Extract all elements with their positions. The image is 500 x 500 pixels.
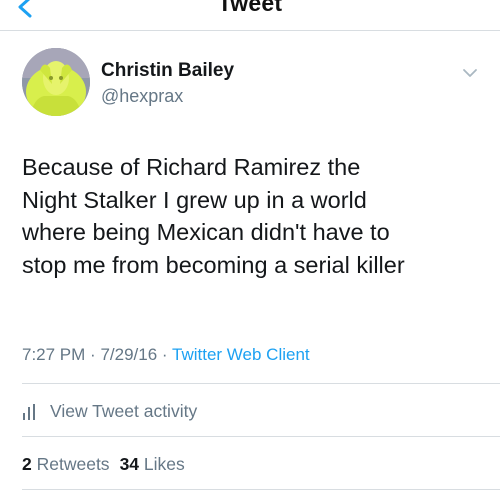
tweet-text-line: Night Stalker I grew up in a world <box>22 186 367 213</box>
tweet-text-line: stop me from becoming a serial killer <box>22 251 405 278</box>
likes-count: 34 <box>119 454 140 474</box>
likes-label: Likes <box>143 454 185 474</box>
meta-separator: · <box>161 345 168 364</box>
user-name[interactable]: Christin Bailey <box>101 60 234 82</box>
user-handle[interactable]: @hexprax <box>101 86 183 107</box>
view-tweet-activity-button[interactable]: View Tweet activity <box>22 400 197 422</box>
tweet-date: 7/29/16 <box>100 345 158 364</box>
divider <box>22 436 500 437</box>
navigation-bar: Tweet <box>0 0 500 31</box>
view-tweet-activity-label: View Tweet activity <box>50 400 198 421</box>
avatar[interactable] <box>22 48 90 116</box>
tweet-time: 7:27 PM <box>22 345 86 364</box>
tweet-metadata: 7:27 PM · 7/29/16 · Twitter Web Client <box>22 345 310 365</box>
chevron-down-icon[interactable] <box>462 66 478 78</box>
retweets-label: Retweets <box>36 454 110 474</box>
bar-chart-icon <box>22 402 38 420</box>
page-title: Tweet <box>217 0 283 16</box>
divider <box>22 489 500 490</box>
tweet-text-line: Because of Richard Ramirez the <box>22 154 361 180</box>
retweets-count: 2 <box>22 454 32 474</box>
meta-separator: · <box>90 345 96 364</box>
tweet-stats: 2 Retweets 34 Likes <box>22 454 185 475</box>
tweet-text: Because of Richard Ramirez the Night Sta… <box>22 151 492 281</box>
likes-stat[interactable]: 34 Likes <box>120 454 185 474</box>
tweet-client-link[interactable]: Twitter Web Client <box>172 345 310 364</box>
divider <box>22 383 500 384</box>
tweet-text-line: where being Mexican didn't have to <box>22 219 390 245</box>
retweets-stat[interactable]: 2 Retweets <box>22 454 110 474</box>
tweet-detail-screen: Tweet Christin Bailey @hexprax Because o… <box>0 0 500 500</box>
